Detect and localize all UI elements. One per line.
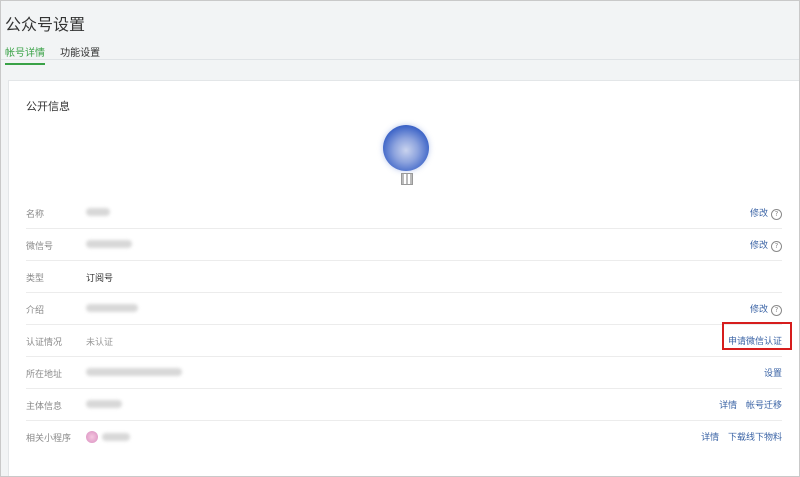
download-offline-materials-link[interactable]: 下载线下物料 xyxy=(728,433,782,443)
tab-account-details[interactable]: 帐号详情 xyxy=(5,44,45,65)
page-header: 公众号设置 帐号详情 功能设置 xyxy=(1,1,799,65)
question-circle-icon[interactable]: ? xyxy=(771,209,782,220)
row-actions: 修改? xyxy=(744,302,782,316)
row-actions: 修改? xyxy=(744,238,782,252)
row-actions: 详情 下载线下物料 xyxy=(695,430,782,443)
edit-wechat-id-link[interactable]: 修改 xyxy=(750,241,768,251)
row-actions: 设置 xyxy=(758,366,782,379)
entity-details-link[interactable]: 详情 xyxy=(719,401,737,411)
row-verification: 认证情况 未认证 申请微信认证 xyxy=(26,322,792,357)
row-label: 认证情况 xyxy=(26,338,63,348)
question-circle-icon[interactable]: ? xyxy=(771,241,782,252)
entity-value-blurred xyxy=(86,399,122,409)
row-label: 相关小程序 xyxy=(26,434,72,444)
row-mini-programs: 相关小程序 详情 下载线下物料 xyxy=(26,420,782,452)
page-title: 公众号设置 xyxy=(5,15,86,34)
account-avatar[interactable] xyxy=(383,125,429,171)
row-label: 微信号 xyxy=(26,242,54,252)
section-title: 公开信息 xyxy=(26,100,70,113)
wechat-id-value-blurred xyxy=(86,239,132,249)
edit-name-link[interactable]: 修改 xyxy=(750,209,768,219)
tab-feature-settings[interactable]: 功能设置 xyxy=(60,44,100,63)
row-intro: 介绍 修改? xyxy=(26,292,782,325)
name-value-blurred xyxy=(86,207,110,217)
question-circle-icon[interactable]: ? xyxy=(771,305,782,316)
account-migration-link[interactable]: 帐号迁移 xyxy=(746,401,782,411)
row-label: 类型 xyxy=(26,274,45,284)
tab-bar: 帐号详情 功能设置 xyxy=(5,41,110,65)
row-name: 名称 修改? xyxy=(26,196,782,229)
public-info-card: 公开信息 名称 修改? 微信号 修改? 类型 订阅号 介绍 修改 ? 认证情况 … xyxy=(8,80,799,476)
edit-intro-link[interactable]: 修改 xyxy=(750,305,768,315)
highlight-box xyxy=(722,322,792,350)
mini-program-details-link[interactable]: 详情 xyxy=(701,433,719,443)
intro-value-blurred xyxy=(86,303,138,313)
qr-code-icon[interactable] xyxy=(401,173,413,185)
row-address: 所在地址 设置 xyxy=(26,356,782,389)
row-label: 所在地址 xyxy=(26,370,63,380)
row-actions: 修改? xyxy=(744,206,782,220)
address-value-blurred xyxy=(86,367,182,377)
mini-program-avatar xyxy=(86,431,98,443)
row-label: 名称 xyxy=(26,210,45,220)
set-address-link[interactable]: 设置 xyxy=(764,369,782,379)
row-actions: 详情 帐号迁移 xyxy=(713,398,782,411)
mini-program-value xyxy=(86,431,130,443)
row-wechat-id: 微信号 修改? xyxy=(26,228,782,261)
row-label: 主体信息 xyxy=(26,402,63,412)
app-frame: 公众号设置 帐号详情 功能设置 公开信息 名称 修改? 微信号 修改? 类型 订… xyxy=(0,0,800,477)
row-type: 类型 订阅号 xyxy=(26,260,782,293)
type-value: 订阅号 xyxy=(86,274,114,284)
row-entity-info: 主体信息 详情 帐号迁移 xyxy=(26,388,782,421)
row-label: 介绍 xyxy=(26,306,45,316)
verification-status: 未认证 xyxy=(86,338,114,348)
